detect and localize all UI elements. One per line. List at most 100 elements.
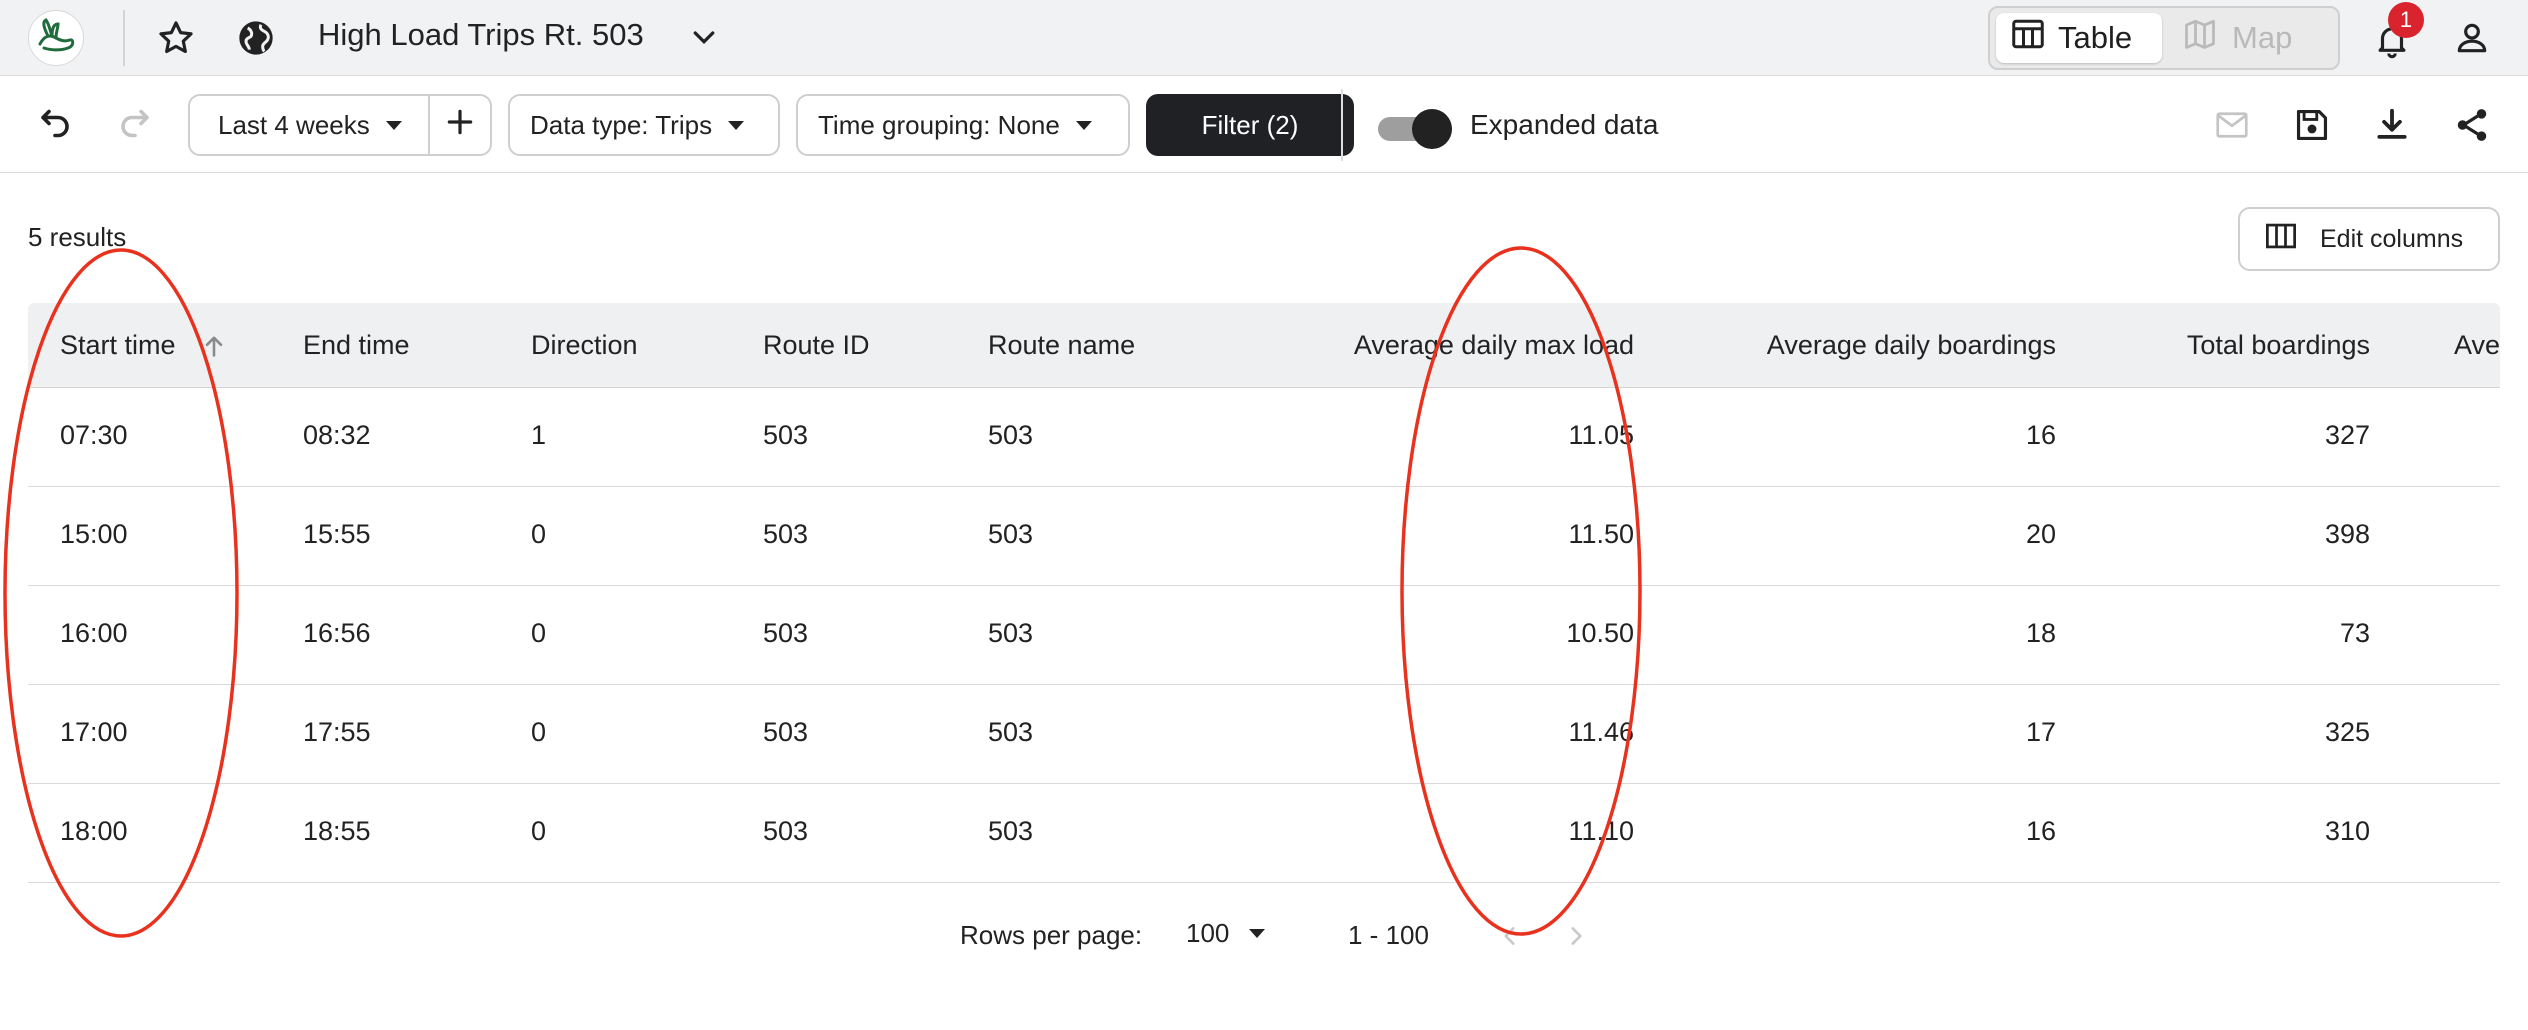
redo-icon[interactable] [110,105,160,145]
cell-total-boardings: 325 [2324,717,2370,747]
table-view-label: Table [2058,20,2133,55]
undo-icon[interactable] [30,105,80,145]
cell-route-name: 503 [988,519,1034,549]
date-range-label: Last 4 weeks [218,109,370,140]
cell-total-boardings: 398 [2324,519,2370,549]
data-type-label: Data type: Trips [530,109,713,140]
cell-route-name: 503 [988,618,1034,648]
table-row[interactable]: 16:00 16:56 0 503 503 10.50 18 73 [28,586,2500,685]
toolbar-divider [1341,89,1343,161]
cell-route-id: 503 [763,816,809,846]
cell-route-name: 503 [988,717,1034,747]
rows-per-page-select[interactable]: 100 [1186,918,1266,949]
cell-route-name: 503 [988,420,1034,450]
cell-average-daily-boardings: 16 [2025,420,2056,450]
cell-direction: 1 [531,420,547,450]
cell-end-time: 15:55 [303,519,371,549]
column-header-route-name[interactable]: Route name [988,330,1135,361]
caret-down-icon [1075,120,1092,130]
caret-down-icon [385,120,402,130]
column-header-total-boardings[interactable]: Total boardings [2187,330,2370,361]
chevron-down-icon[interactable] [684,18,724,58]
sort-ascending-icon[interactable] [196,327,232,365]
globe-icon[interactable] [234,16,278,60]
page-title: High Load Trips Rt. 503 [318,17,644,52]
view-toggle: Table Map [1988,6,2340,70]
cell-start-time: 18:00 [60,816,128,846]
toggle-thumb [1412,109,1452,149]
cell-route-id: 503 [763,618,809,648]
cell-end-time: 17:55 [303,717,371,747]
table-row[interactable]: 18:00 18:55 0 503 503 11.10 16 310 [28,784,2500,883]
column-header-average-daily-max-load[interactable]: Average daily max load [1354,330,1634,361]
rabbit-logo-icon[interactable] [28,10,84,66]
caret-down-icon [728,120,745,130]
column-header-start-time[interactable]: Start time [60,330,176,361]
cell-route-id: 503 [763,519,809,549]
column-header-end-time[interactable]: End time [303,330,410,361]
add-date-range-button[interactable] [428,94,492,156]
cell-start-time: 07:30 [60,420,128,450]
cell-average-daily-max-load: 10.50 [1566,618,1634,648]
cell-end-time: 08:32 [303,420,371,450]
cell-end-time: 16:56 [303,618,371,648]
header-divider [123,10,125,66]
cell-total-boardings: 327 [2324,420,2370,450]
cell-average-daily-boardings: 17 [2025,717,2056,747]
date-range-dropdown[interactable]: Last 4 weeks [188,94,430,156]
results-table: Start time End time Direction Route ID R… [28,303,2500,883]
column-header-average-daily-boardings[interactable]: Average daily boardings [1767,330,2056,361]
cell-end-time: 18:55 [303,816,371,846]
filter-button[interactable]: Filter (2) [1146,94,1354,156]
cell-average-daily-boardings: 20 [2025,519,2056,549]
cell-route-id: 503 [763,717,809,747]
previous-page-icon[interactable] [1492,916,1528,956]
column-header-direction[interactable]: Direction [531,330,638,361]
column-header-route-id[interactable]: Route ID [763,330,870,361]
person-icon[interactable] [2450,16,2494,60]
cell-average-daily-max-load: 11.50 [1568,519,1634,549]
edit-columns-button[interactable]: Edit columns [2238,207,2500,271]
cell-route-name: 503 [988,816,1034,846]
pagination-range: 1 - 100 [1348,920,1429,950]
next-page-icon[interactable] [1558,916,1594,956]
download-icon[interactable] [2368,103,2416,147]
mail-icon[interactable] [2208,103,2256,147]
map-view-button[interactable]: Map [2182,13,2292,63]
cell-average-daily-max-load: 11.05 [1568,420,1634,450]
share-icon[interactable] [2448,103,2496,147]
rows-per-page-value: 100 [1186,918,1230,948]
table-icon [2010,16,2046,60]
star-icon[interactable] [154,16,198,60]
expanded-data-toggle[interactable] [1374,108,1452,149]
app-header: High Load Trips Rt. 503 Table Map 1 [0,0,2528,76]
data-type-dropdown[interactable]: Data type: Trips [508,94,780,156]
cell-direction: 0 [531,519,547,549]
column-header-truncated[interactable]: Ave [2454,330,2500,361]
cell-start-time: 16:00 [60,618,128,648]
time-grouping-dropdown[interactable]: Time grouping: None [796,94,1130,156]
table-row[interactable]: 07:30 08:32 1 503 503 11.05 16 327 [28,388,2500,487]
columns-icon [2264,221,2298,258]
time-grouping-label: Time grouping: None [818,109,1060,140]
save-icon[interactable] [2288,103,2336,147]
cell-total-boardings: 310 [2324,816,2370,846]
caret-down-icon [1249,929,1266,938]
cell-start-time: 15:00 [60,519,128,549]
add-icon [444,106,476,145]
cell-route-id: 503 [763,420,809,450]
cell-start-time: 17:00 [60,717,128,747]
map-view-label: Map [2232,20,2293,55]
cell-direction: 0 [531,816,547,846]
cell-average-daily-boardings: 16 [2025,816,2056,846]
cell-total-boardings: 73 [2339,618,2370,648]
cell-average-daily-max-load: 11.10 [1568,816,1634,846]
rows-per-page-label: Rows per page: [960,920,1143,950]
table-view-button[interactable]: Table [1996,13,2162,63]
map-icon [2182,16,2218,60]
results-count: 5 results [28,222,127,252]
table-row[interactable]: 15:00 15:55 0 503 503 11.50 20 398 [28,487,2500,586]
table-row[interactable]: 17:00 17:55 0 503 503 11.46 17 325 [28,685,2500,784]
expanded-data-label: Expanded data [1470,109,1659,140]
table-header-row: Start time End time Direction Route ID R… [28,303,2500,388]
